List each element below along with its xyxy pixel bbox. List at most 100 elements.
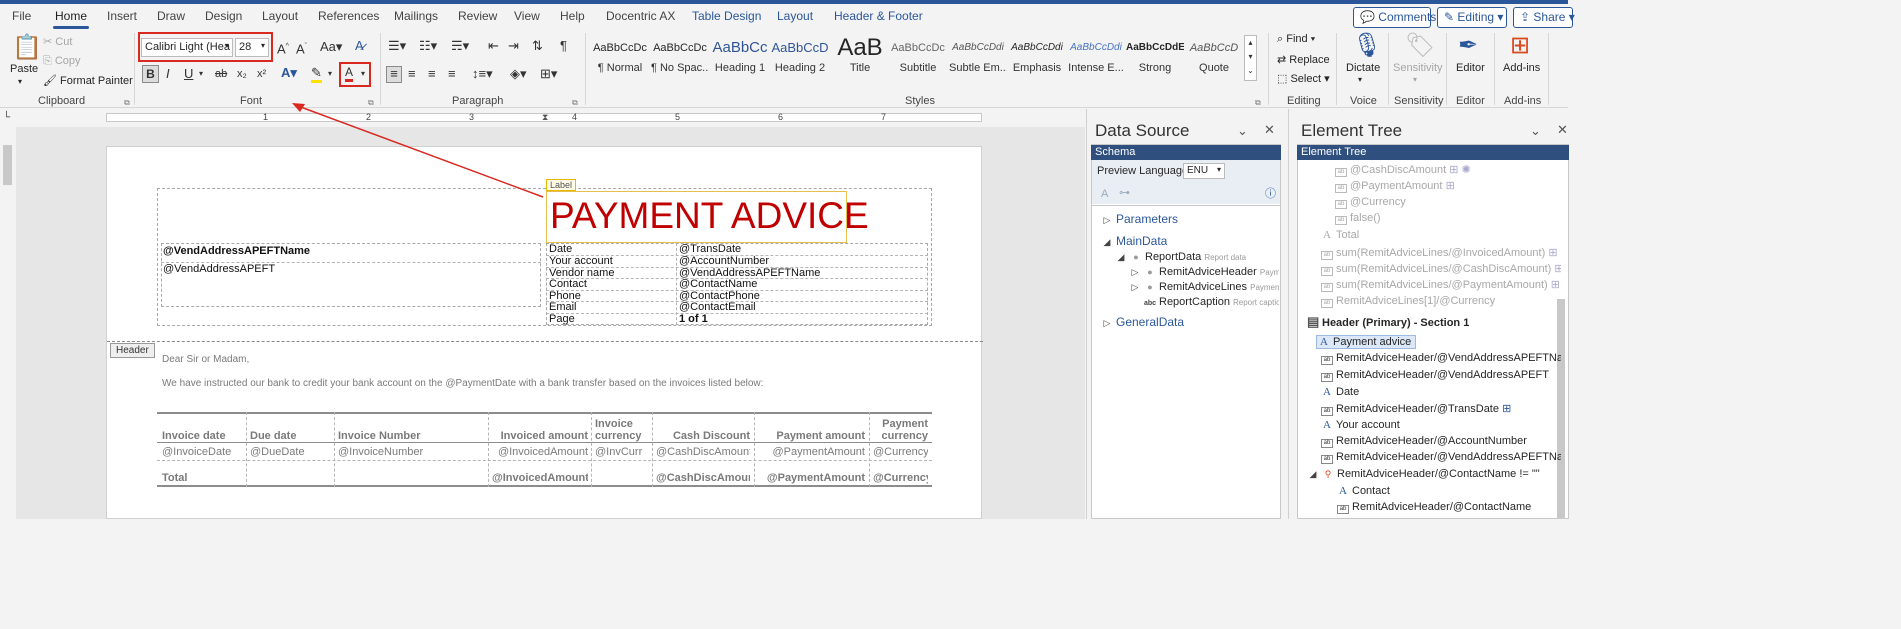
field-currency[interactable]: @Currency	[873, 446, 928, 458]
tab-draw[interactable]: Draw	[157, 9, 185, 23]
tab-review[interactable]: Review	[458, 9, 497, 23]
intro-text[interactable]: We have instructed our bank to credit yo…	[162, 378, 763, 389]
et-item[interactable]: ab @Currency	[1335, 196, 1406, 209]
multilevel-list-icon[interactable]: ☴▾	[451, 39, 469, 53]
field-payment-amount[interactable]: @PaymentAmount	[758, 446, 866, 458]
et-item[interactable]: ab sum(RemitAdviceLines/@PaymentAmount) ⊞	[1321, 278, 1561, 292]
underline-dropdown-icon[interactable]: ▾	[199, 67, 203, 81]
style-subtle-emphasis[interactable]: AaBbCcDdi Subtle Em...	[949, 34, 1007, 84]
editor-icon[interactable]: ✒	[1458, 32, 1478, 60]
styles-launcher-icon[interactable]: ⧉	[1255, 96, 1261, 110]
et-item[interactable]: ab sum(RemitAdviceLines/@InvoicedAmount) …	[1321, 246, 1561, 260]
tree-filter-icon[interactable]: ⊶	[1119, 186, 1130, 200]
et-item[interactable]: ab sum(RemitAdviceLines/@CashDiscAmount) …	[1321, 262, 1561, 276]
tab-home[interactable]: Home	[52, 9, 90, 29]
shrink-font-icon[interactable]: Aˇ	[296, 40, 307, 56]
tab-help[interactable]: Help	[560, 9, 585, 23]
expand-icon[interactable]: ▷	[1129, 282, 1141, 293]
field-cash-disc-amount[interactable]: @CashDiscAmount	[656, 446, 750, 458]
numbering-icon[interactable]: ☷▾	[419, 39, 437, 53]
info-value-contact[interactable]: @ContactName	[679, 279, 757, 290]
ds-node-reportdata[interactable]: ◢ ● ReportData Report data	[1115, 251, 1247, 263]
et-item[interactable]: ab RemitAdviceHeader/@VendAddressAPEFTNam…	[1321, 352, 1561, 365]
expand-icon[interactable]: ▷	[1129, 267, 1141, 278]
text-effects-icon[interactable]: A▾	[281, 66, 297, 80]
et-item[interactable]: ab @PaymentAmount ⊞	[1335, 179, 1455, 193]
et-item[interactable]: ab RemitAdviceHeader/@VendAddressAPEFTNam…	[1321, 451, 1561, 464]
et-item[interactable]: ab @CashDiscAmount ⊞ ✺	[1335, 163, 1471, 177]
align-center-icon[interactable]: ≡	[408, 67, 416, 81]
info-value-phone[interactable]: @ContactPhone	[679, 291, 760, 302]
vertical-ruler[interactable]	[0, 127, 16, 519]
preview-language-select[interactable]: ENU ▾	[1183, 163, 1225, 179]
tab-design[interactable]: Design	[205, 9, 242, 23]
ds-node-maindata[interactable]: ◢ MainData	[1101, 234, 1168, 248]
increase-indent-icon[interactable]: ⇥	[508, 39, 519, 53]
strikethrough-button[interactable]: ab	[215, 67, 227, 81]
info-value-email[interactable]: @ContactEmail	[679, 302, 756, 313]
et-item[interactable]: A Your account	[1321, 419, 1400, 431]
share-button[interactable]: ⇪ Share ▾	[1513, 7, 1575, 28]
style-normal[interactable]: AaBbCcDc ¶ Normal	[591, 34, 649, 84]
tab-header-footer[interactable]: Header & Footer	[834, 9, 923, 23]
field-due-date[interactable]: @DueDate	[250, 446, 305, 458]
style-strong[interactable]: AaBbCcDdE Strong	[1126, 34, 1184, 84]
change-case-icon[interactable]: Aa▾	[320, 40, 342, 54]
style-intense-emphasis[interactable]: AaBbCcDdi Intense E...	[1067, 34, 1125, 84]
highlight-dropdown-icon[interactable]: ▾	[328, 67, 332, 81]
close-icon[interactable]: ✕	[1557, 122, 1568, 138]
show-formatting-marks-icon[interactable]: ¶	[560, 39, 567, 53]
style-subtitle[interactable]: AaBbCcDc Subtitle	[889, 34, 947, 84]
italic-button[interactable]: I	[166, 67, 170, 81]
tab-insert[interactable]: Insert	[107, 9, 137, 23]
field-inv-currency[interactable]: @InvCurr	[595, 446, 649, 458]
et-item[interactable]: A Contact	[1337, 485, 1390, 497]
align-right-icon[interactable]: ≡	[428, 67, 436, 81]
sensitivity-button[interactable]: Sensitivity	[1393, 62, 1443, 74]
clipboard-launcher-icon[interactable]: ⧉	[124, 96, 130, 110]
et-item[interactable]: ab RemitAdviceHeader/@ContactName	[1337, 501, 1561, 514]
ds-node-parameters[interactable]: ▷ Parameters	[1101, 212, 1179, 226]
ds-node-remitadvicelines[interactable]: ▷ ● RemitAdviceLines Payment ad	[1129, 281, 1279, 293]
pane-options-icon[interactable]: ⌄	[1530, 123, 1541, 139]
tab-docentric[interactable]: Docentric AX	[606, 9, 675, 23]
expand-icon[interactable]: ▷	[1101, 318, 1113, 329]
label-tag[interactable]: Label	[546, 179, 577, 191]
ds-node-reportcaption[interactable]: abcReportCaption Report caption	[1144, 296, 1279, 308]
bold-button[interactable]: B	[142, 65, 159, 83]
borders-icon[interactable]: ⊞▾	[540, 67, 557, 81]
dictate-dropdown-icon[interactable]: ▾	[1358, 75, 1362, 84]
sensitivity-icon[interactable]: 🏷	[1405, 32, 1435, 60]
font-color-dropdown-icon[interactable]: ▾	[361, 67, 365, 81]
style-heading-1[interactable]: AaBbCc Heading 1	[711, 34, 769, 84]
subscript-button[interactable]: x₂	[237, 67, 247, 81]
collapse-icon[interactable]: ◢	[1307, 469, 1319, 480]
sort-icon[interactable]: ⇅	[532, 39, 543, 53]
info-value-date[interactable]: @TransDate	[679, 244, 741, 255]
style-no-spacing[interactable]: AaBbCcDc ¶ No Spac...	[651, 34, 709, 84]
line-spacing-icon[interactable]: ↕≡▾	[472, 67, 493, 81]
font-launcher-icon[interactable]: ⧉	[368, 96, 374, 110]
grow-font-icon[interactable]: A^	[277, 40, 289, 56]
field-invoice-date[interactable]: @InvoiceDate	[162, 446, 231, 458]
highlight-color-icon[interactable]: ✎	[311, 66, 322, 83]
tab-selector-icon[interactable]: └	[3, 111, 10, 125]
et-item-selected[interactable]: A Payment advice	[1316, 335, 1417, 349]
collapse-icon[interactable]: ◢	[1115, 252, 1127, 263]
editor-button[interactable]: Editor	[1456, 62, 1485, 74]
underline-button[interactable]: U	[184, 67, 193, 81]
et-item[interactable]: ab RemitAdviceLines[1]/@Currency	[1321, 295, 1561, 308]
tab-references[interactable]: References	[318, 9, 379, 23]
comments-button[interactable]: 💬 Comments	[1353, 7, 1436, 28]
total-currency[interactable]: @Currency	[873, 472, 928, 484]
paste-button[interactable]: Paste	[10, 63, 38, 75]
et-item[interactable]: A Date	[1321, 386, 1359, 398]
indent-marker-icon[interactable]: ⧗	[542, 110, 548, 124]
total-cash-disc-amount[interactable]: @CashDiscAmount	[656, 472, 750, 484]
tab-mailings[interactable]: Mailings	[394, 9, 438, 23]
replace-button[interactable]: ⇄ Replace	[1277, 53, 1330, 66]
ds-node-remitadviceheader[interactable]: ▷ ● RemitAdviceHeader Payment	[1129, 266, 1279, 278]
tab-table-design[interactable]: Table Design	[692, 9, 761, 23]
copy-button[interactable]: ⎘ Copy	[43, 55, 81, 68]
justify-icon[interactable]: ≡	[448, 67, 456, 81]
